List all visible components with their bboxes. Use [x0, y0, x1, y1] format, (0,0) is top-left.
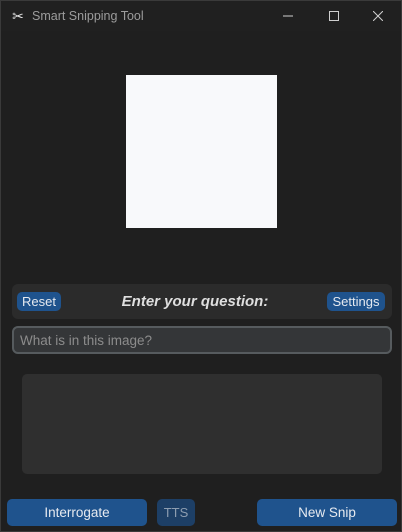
close-button[interactable]: [355, 1, 401, 31]
minimize-icon: [283, 15, 293, 17]
close-icon: [373, 11, 383, 21]
tts-button[interactable]: TTS: [157, 499, 195, 526]
maximize-button[interactable]: [311, 1, 357, 31]
scissors-icon: ✂: [12, 8, 24, 24]
minimize-button[interactable]: [265, 1, 311, 31]
window-title: Smart Snipping Tool: [32, 9, 144, 23]
question-bar: Enter your question: Reset Settings: [12, 284, 392, 319]
question-input[interactable]: [12, 326, 392, 354]
interrogate-button[interactable]: Interrogate: [7, 499, 147, 526]
settings-button[interactable]: Settings: [327, 292, 385, 311]
app-window: ✂ Smart Snipping Tool Enter your questio…: [0, 0, 402, 532]
action-bar: Interrogate TTS New Snip: [1, 493, 401, 531]
question-prompt-label: Enter your question:: [121, 293, 269, 310]
maximize-icon: [329, 11, 339, 21]
answer-output-box: [22, 374, 382, 474]
reset-button[interactable]: Reset: [17, 292, 61, 311]
snip-preview-image: [126, 75, 277, 228]
title-bar[interactable]: ✂ Smart Snipping Tool: [1, 1, 401, 31]
new-snip-button[interactable]: New Snip: [257, 499, 397, 526]
